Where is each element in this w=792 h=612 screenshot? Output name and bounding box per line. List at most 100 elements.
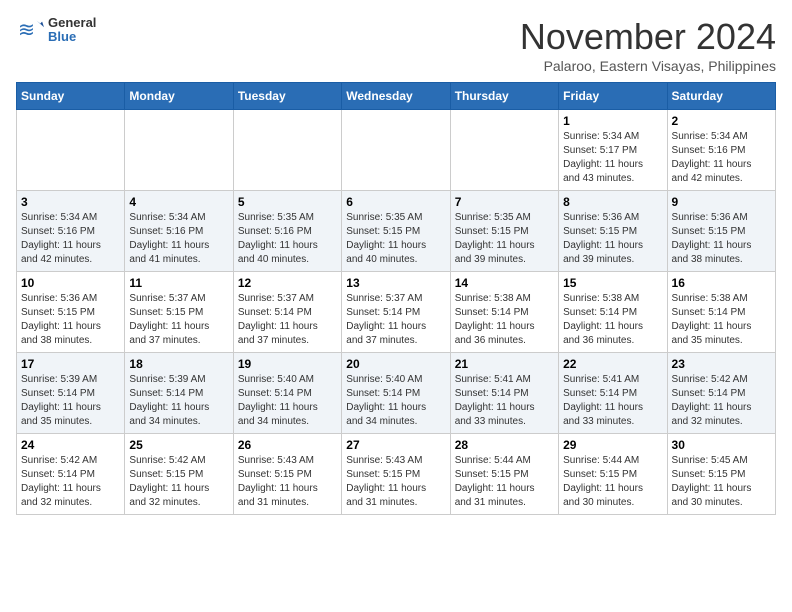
- calendar-header: SundayMondayTuesdayWednesdayThursdayFrid…: [17, 83, 776, 110]
- day-info: Sunrise: 5:37 AM Sunset: 5:14 PM Dayligh…: [238, 292, 337, 348]
- day-info: Sunrise: 5:43 AM Sunset: 5:15 PM Dayligh…: [346, 454, 445, 510]
- day-of-week-header: Thursday: [450, 83, 558, 110]
- calendar-cell: 5 Sunrise: 5:35 AM Sunset: 5:16 PM Daylig…: [233, 191, 341, 272]
- day-info: Sunrise: 5:39 AM Sunset: 5:14 PM Dayligh…: [21, 373, 120, 429]
- calendar-cell: 16 Sunrise: 5:38 AM Sunset: 5:14 PM Dayli…: [667, 272, 775, 353]
- day-info: Sunrise: 5:42 AM Sunset: 5:14 PM Dayligh…: [672, 373, 771, 429]
- day-number: 3: [21, 195, 120, 209]
- calendar-cell: 11 Sunrise: 5:37 AM Sunset: 5:15 PM Dayli…: [125, 272, 233, 353]
- day-info: Sunrise: 5:38 AM Sunset: 5:14 PM Dayligh…: [672, 292, 771, 348]
- month-title: November 2024: [520, 16, 776, 58]
- calendar-cell: 30 Sunrise: 5:45 AM Sunset: 5:15 PM Dayli…: [667, 434, 775, 515]
- day-info: Sunrise: 5:40 AM Sunset: 5:14 PM Dayligh…: [238, 373, 337, 429]
- calendar-cell: 8 Sunrise: 5:36 AM Sunset: 5:15 PM Daylig…: [559, 191, 667, 272]
- day-number: 24: [21, 438, 120, 452]
- day-number: 27: [346, 438, 445, 452]
- day-info: Sunrise: 5:45 AM Sunset: 5:15 PM Dayligh…: [672, 454, 771, 510]
- day-info: Sunrise: 5:35 AM Sunset: 5:15 PM Dayligh…: [346, 211, 445, 267]
- page-header: ≋ General Blue November 2024 Palaroo, Ea…: [16, 16, 776, 74]
- logo-text: General Blue: [48, 16, 96, 45]
- day-info: Sunrise: 5:36 AM Sunset: 5:15 PM Dayligh…: [21, 292, 120, 348]
- day-number: 13: [346, 276, 445, 290]
- calendar-cell: [125, 110, 233, 191]
- day-number: 28: [455, 438, 554, 452]
- day-of-week-header: Sunday: [17, 83, 125, 110]
- day-number: 4: [129, 195, 228, 209]
- calendar-cell: 21 Sunrise: 5:41 AM Sunset: 5:14 PM Dayli…: [450, 353, 558, 434]
- day-number: 5: [238, 195, 337, 209]
- day-info: Sunrise: 5:44 AM Sunset: 5:15 PM Dayligh…: [455, 454, 554, 510]
- day-info: Sunrise: 5:37 AM Sunset: 5:14 PM Dayligh…: [346, 292, 445, 348]
- day-number: 16: [672, 276, 771, 290]
- day-info: Sunrise: 5:36 AM Sunset: 5:15 PM Dayligh…: [672, 211, 771, 267]
- day-number: 12: [238, 276, 337, 290]
- day-info: Sunrise: 5:34 AM Sunset: 5:16 PM Dayligh…: [21, 211, 120, 267]
- day-number: 10: [21, 276, 120, 290]
- day-info: Sunrise: 5:40 AM Sunset: 5:14 PM Dayligh…: [346, 373, 445, 429]
- day-number: 23: [672, 357, 771, 371]
- day-info: Sunrise: 5:39 AM Sunset: 5:14 PM Dayligh…: [129, 373, 228, 429]
- day-info: Sunrise: 5:35 AM Sunset: 5:15 PM Dayligh…: [455, 211, 554, 267]
- logo-blue: Blue: [48, 30, 96, 44]
- day-number: 29: [563, 438, 662, 452]
- calendar-week-row: 1 Sunrise: 5:34 AM Sunset: 5:17 PM Daylig…: [17, 110, 776, 191]
- calendar-cell: [450, 110, 558, 191]
- svg-text:≋: ≋: [18, 19, 35, 42]
- calendar-cell: 26 Sunrise: 5:43 AM Sunset: 5:15 PM Dayli…: [233, 434, 341, 515]
- day-number: 26: [238, 438, 337, 452]
- calendar-cell: 24 Sunrise: 5:42 AM Sunset: 5:14 PM Dayli…: [17, 434, 125, 515]
- calendar-week-row: 17 Sunrise: 5:39 AM Sunset: 5:14 PM Dayli…: [17, 353, 776, 434]
- location: Palaroo, Eastern Visayas, Philippines: [520, 58, 776, 74]
- day-number: 30: [672, 438, 771, 452]
- calendar-cell: [17, 110, 125, 191]
- day-number: 21: [455, 357, 554, 371]
- calendar-cell: 9 Sunrise: 5:36 AM Sunset: 5:15 PM Daylig…: [667, 191, 775, 272]
- day-info: Sunrise: 5:38 AM Sunset: 5:14 PM Dayligh…: [563, 292, 662, 348]
- day-info: Sunrise: 5:42 AM Sunset: 5:14 PM Dayligh…: [21, 454, 120, 510]
- calendar-cell: 29 Sunrise: 5:44 AM Sunset: 5:15 PM Dayli…: [559, 434, 667, 515]
- day-of-week-header: Tuesday: [233, 83, 341, 110]
- title-block: November 2024 Palaroo, Eastern Visayas, …: [520, 16, 776, 74]
- day-number: 19: [238, 357, 337, 371]
- calendar-cell: 17 Sunrise: 5:39 AM Sunset: 5:14 PM Dayli…: [17, 353, 125, 434]
- calendar-body: 1 Sunrise: 5:34 AM Sunset: 5:17 PM Daylig…: [17, 110, 776, 515]
- day-of-week-header: Monday: [125, 83, 233, 110]
- calendar-cell: 25Sunrise: 5:42 AM Sunset: 5:15 PM Dayli…: [125, 434, 233, 515]
- day-of-week-header: Friday: [559, 83, 667, 110]
- day-info: Sunrise: 5:38 AM Sunset: 5:14 PM Dayligh…: [455, 292, 554, 348]
- header-row: SundayMondayTuesdayWednesdayThursdayFrid…: [17, 83, 776, 110]
- logo: ≋ General Blue: [16, 16, 96, 45]
- day-info: Sunrise: 5:44 AM Sunset: 5:15 PM Dayligh…: [563, 454, 662, 510]
- day-number: 14: [455, 276, 554, 290]
- day-number: 15: [563, 276, 662, 290]
- day-number: 8: [563, 195, 662, 209]
- calendar-cell: 3 Sunrise: 5:34 AM Sunset: 5:16 PM Daylig…: [17, 191, 125, 272]
- calendar-week-row: 24 Sunrise: 5:42 AM Sunset: 5:14 PM Dayli…: [17, 434, 776, 515]
- day-number: 11: [129, 276, 228, 290]
- day-number: 6: [346, 195, 445, 209]
- day-number: 17: [21, 357, 120, 371]
- day-info: Sunrise: 5:35 AM Sunset: 5:16 PM Dayligh…: [238, 211, 337, 267]
- calendar-cell: 20 Sunrise: 5:40 AM Sunset: 5:14 PM Dayli…: [342, 353, 450, 434]
- day-of-week-header: Wednesday: [342, 83, 450, 110]
- day-number: 7: [455, 195, 554, 209]
- day-info: Sunrise: 5:34 AM Sunset: 5:16 PM Dayligh…: [129, 211, 228, 267]
- day-info: Sunrise: 5:36 AM Sunset: 5:15 PM Dayligh…: [563, 211, 662, 267]
- calendar-cell: 22Sunrise: 5:41 AM Sunset: 5:14 PM Dayli…: [559, 353, 667, 434]
- day-number: 18: [129, 357, 228, 371]
- day-number: 20: [346, 357, 445, 371]
- calendar-cell: 27 Sunrise: 5:43 AM Sunset: 5:15 PM Dayli…: [342, 434, 450, 515]
- day-info: Sunrise: 5:41 AM Sunset: 5:14 PM Dayligh…: [563, 373, 662, 429]
- day-number: 9: [672, 195, 771, 209]
- day-info: Sunrise: 5:37 AM Sunset: 5:15 PM Dayligh…: [129, 292, 228, 348]
- day-number: 2: [672, 114, 771, 128]
- calendar-cell: 4 Sunrise: 5:34 AM Sunset: 5:16 PM Daylig…: [125, 191, 233, 272]
- day-info: Sunrise: 5:43 AM Sunset: 5:15 PM Dayligh…: [238, 454, 337, 510]
- calendar-week-row: 10 Sunrise: 5:36 AM Sunset: 5:15 PM Dayli…: [17, 272, 776, 353]
- calendar-cell: 18 Sunrise: 5:39 AM Sunset: 5:14 PM Dayli…: [125, 353, 233, 434]
- day-number: 1: [563, 114, 662, 128]
- day-info: Sunrise: 5:34 AM Sunset: 5:17 PM Dayligh…: [563, 130, 662, 186]
- calendar-cell: [233, 110, 341, 191]
- day-info: Sunrise: 5:41 AM Sunset: 5:14 PM Dayligh…: [455, 373, 554, 429]
- calendar-cell: [342, 110, 450, 191]
